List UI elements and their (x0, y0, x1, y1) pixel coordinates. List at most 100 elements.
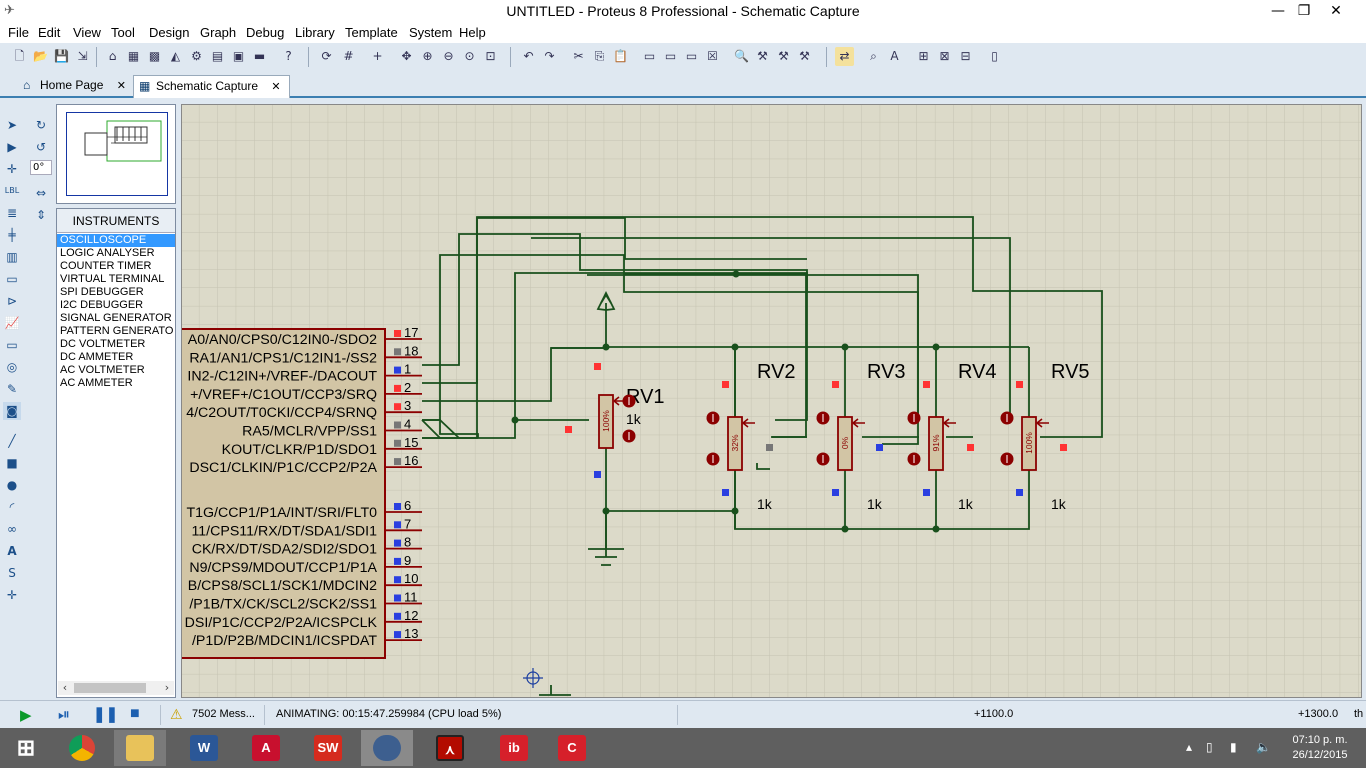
tab-close-icon[interactable]: ✕ (271, 81, 280, 93)
cut-icon[interactable]: ✂ (569, 47, 588, 66)
menu-graph[interactable]: Graph (200, 25, 236, 40)
tab-home-page[interactable]: ⌂ Home Page ✕ (18, 75, 134, 98)
list-item[interactable]: OSCILLOSCOPE (57, 234, 175, 247)
menu-system[interactable]: System (409, 25, 452, 40)
wire-autorouter-icon[interactable]: ⇄ (835, 47, 854, 66)
close-button[interactable]: ✕ (1320, 0, 1352, 22)
scroll-thumb[interactable] (74, 683, 146, 693)
message-count[interactable]: 7502 Mess... (192, 708, 255, 720)
terminals-icon[interactable]: ▭ (3, 270, 21, 288)
property-assign-icon[interactable]: A (885, 47, 904, 66)
block-rotate-icon[interactable]: ▭ (682, 47, 701, 66)
pick-parts-icon[interactable]: 🔍 (732, 47, 751, 66)
text-icon[interactable]: A (3, 542, 21, 560)
graph-icon[interactable]: 📈 (3, 314, 21, 332)
voltage-probe-icon[interactable]: ✎ (3, 380, 21, 398)
circle-icon[interactable]: ● (3, 476, 21, 494)
acrobat-taskbar-button[interactable]: ⋏ (424, 730, 476, 766)
virtual-instruments-icon[interactable]: ◙ (3, 402, 21, 420)
remove-sheet-icon[interactable]: ⊠ (935, 47, 954, 66)
tab-close-icon[interactable]: ✕ (117, 80, 126, 92)
list-item[interactable]: COUNTER TIMER (57, 260, 175, 273)
stop-icon[interactable]: ■ (130, 705, 140, 723)
box-icon[interactable]: ■ (3, 454, 21, 472)
bom-icon[interactable]: ▤ (208, 47, 227, 66)
schematic-icon[interactable]: ▦ (124, 47, 143, 66)
open-file-icon[interactable]: 📂 (31, 47, 50, 66)
play-icon[interactable]: ▶ (20, 706, 32, 724)
search-tag-icon[interactable]: ⌕ (864, 47, 883, 66)
list-item[interactable]: I2C DEBUGGER (57, 299, 175, 312)
wire-tool-icon[interactable]: ▬ (250, 47, 269, 66)
make-device-icon[interactable]: ⚒ (753, 47, 772, 66)
rotation-angle-field[interactable]: 0° (30, 160, 52, 175)
zoom-in-icon[interactable]: ⊕ (418, 47, 437, 66)
marker-icon[interactable]: ✛ (3, 586, 21, 604)
text-script-icon[interactable]: ≣ (3, 204, 21, 222)
start-button[interactable]: ⊞ (0, 730, 52, 766)
list-item[interactable]: AC VOLTMETER (57, 364, 175, 377)
mirror-x-icon[interactable]: ⇔ (32, 184, 50, 202)
battery-icon[interactable]: ▯ (1206, 740, 1213, 754)
block-delete-icon[interactable]: ☒ (703, 47, 722, 66)
zoom-out-icon[interactable]: ⊖ (439, 47, 458, 66)
grid-icon[interactable]: # (339, 47, 358, 66)
line-icon[interactable]: ╱ (3, 432, 21, 450)
menu-help[interactable]: Help (459, 25, 486, 40)
device-pins-icon[interactable]: ⊳ (3, 292, 21, 310)
netlist-icon[interactable]: ▯ (985, 47, 1004, 66)
menu-edit[interactable]: Edit (38, 25, 60, 40)
block-copy-icon[interactable]: ▭ (640, 47, 659, 66)
home-icon[interactable]: ⌂ (103, 47, 122, 66)
explorer-taskbar-button[interactable] (114, 730, 166, 766)
maximize-button[interactable]: ❐ (1288, 0, 1320, 22)
pan-icon[interactable]: ✥ (397, 47, 416, 66)
bus-icon[interactable]: ╪ (3, 226, 21, 244)
new-sheet-icon[interactable]: ⊞ (914, 47, 933, 66)
rotate-clockwise-icon[interactable]: ↻ (32, 116, 50, 134)
gerber-icon[interactable]: ⚙ (187, 47, 206, 66)
menu-library[interactable]: Library (295, 25, 335, 40)
goto-sheet-icon[interactable]: ⊟ (956, 47, 975, 66)
step-icon[interactable]: ⏯ (58, 706, 70, 723)
isis-taskbar-button[interactable]: ib (488, 730, 540, 766)
menu-design[interactable]: Design (149, 25, 189, 40)
list-item[interactable]: SIGNAL GENERATOR (57, 312, 175, 325)
network-icon[interactable]: ▮ (1230, 740, 1237, 754)
pause-icon[interactable]: ❚❚ (93, 705, 118, 723)
list-item[interactable]: PATTERN GENERATO (57, 325, 175, 338)
mirror-y-icon[interactable]: ⇕ (32, 206, 50, 224)
refresh-icon[interactable]: ⟳ (317, 47, 336, 66)
import-icon[interactable]: ⇲ (73, 47, 92, 66)
selection-mode-icon[interactable]: ➤ (3, 116, 21, 134)
scroll-right-icon[interactable]: › (160, 681, 174, 695)
list-item[interactable]: AC AMMETER (57, 377, 175, 390)
list-item[interactable]: SPI DEBUGGER (57, 286, 175, 299)
junction-dot-icon[interactable]: ✛ (3, 160, 21, 178)
menu-template[interactable]: Template (345, 25, 398, 40)
component-mode-icon[interactable]: ▶ (3, 138, 21, 156)
tab-schematic-capture[interactable]: ▦ Schematic Capture ✕ (133, 75, 290, 98)
volume-icon[interactable]: 🔈 (1256, 740, 1271, 754)
zoom-all-icon[interactable]: ⊙ (460, 47, 479, 66)
copy-icon[interactable]: ⎘ (590, 47, 609, 66)
menu-view[interactable]: View (73, 25, 101, 40)
overview-window[interactable] (56, 104, 176, 204)
list-item[interactable]: DC AMMETER (57, 351, 175, 364)
pcb-icon[interactable]: ▩ (145, 47, 164, 66)
decompose-icon[interactable]: ⚒ (795, 47, 814, 66)
system-clock[interactable]: 07:10 p. m. 26/12/2015 (1280, 733, 1360, 763)
list-item[interactable]: LOGIC ANALYSER (57, 247, 175, 260)
zoom-area-icon[interactable]: ⊡ (481, 47, 500, 66)
paste-icon[interactable]: 📋 (611, 47, 630, 66)
save-icon[interactable]: 💾 (52, 47, 71, 66)
undo-icon[interactable]: ↶ (519, 47, 538, 66)
path-icon[interactable]: ∞ (3, 520, 21, 538)
horizontal-scrollbar[interactable]: ‹ › (58, 681, 174, 695)
menu-file[interactable]: File (8, 25, 29, 40)
3d-view-icon[interactable]: ◭ (166, 47, 185, 66)
redo-icon[interactable]: ↷ (540, 47, 559, 66)
schematic-canvas[interactable]: A0/AN0/CPS0/C12IN0-/SDO2 17 RA1/AN1/CPS1/C… (181, 104, 1362, 698)
menu-tool[interactable]: Tool (111, 25, 135, 40)
packaging-tool-icon[interactable]: ⚒ (774, 47, 793, 66)
